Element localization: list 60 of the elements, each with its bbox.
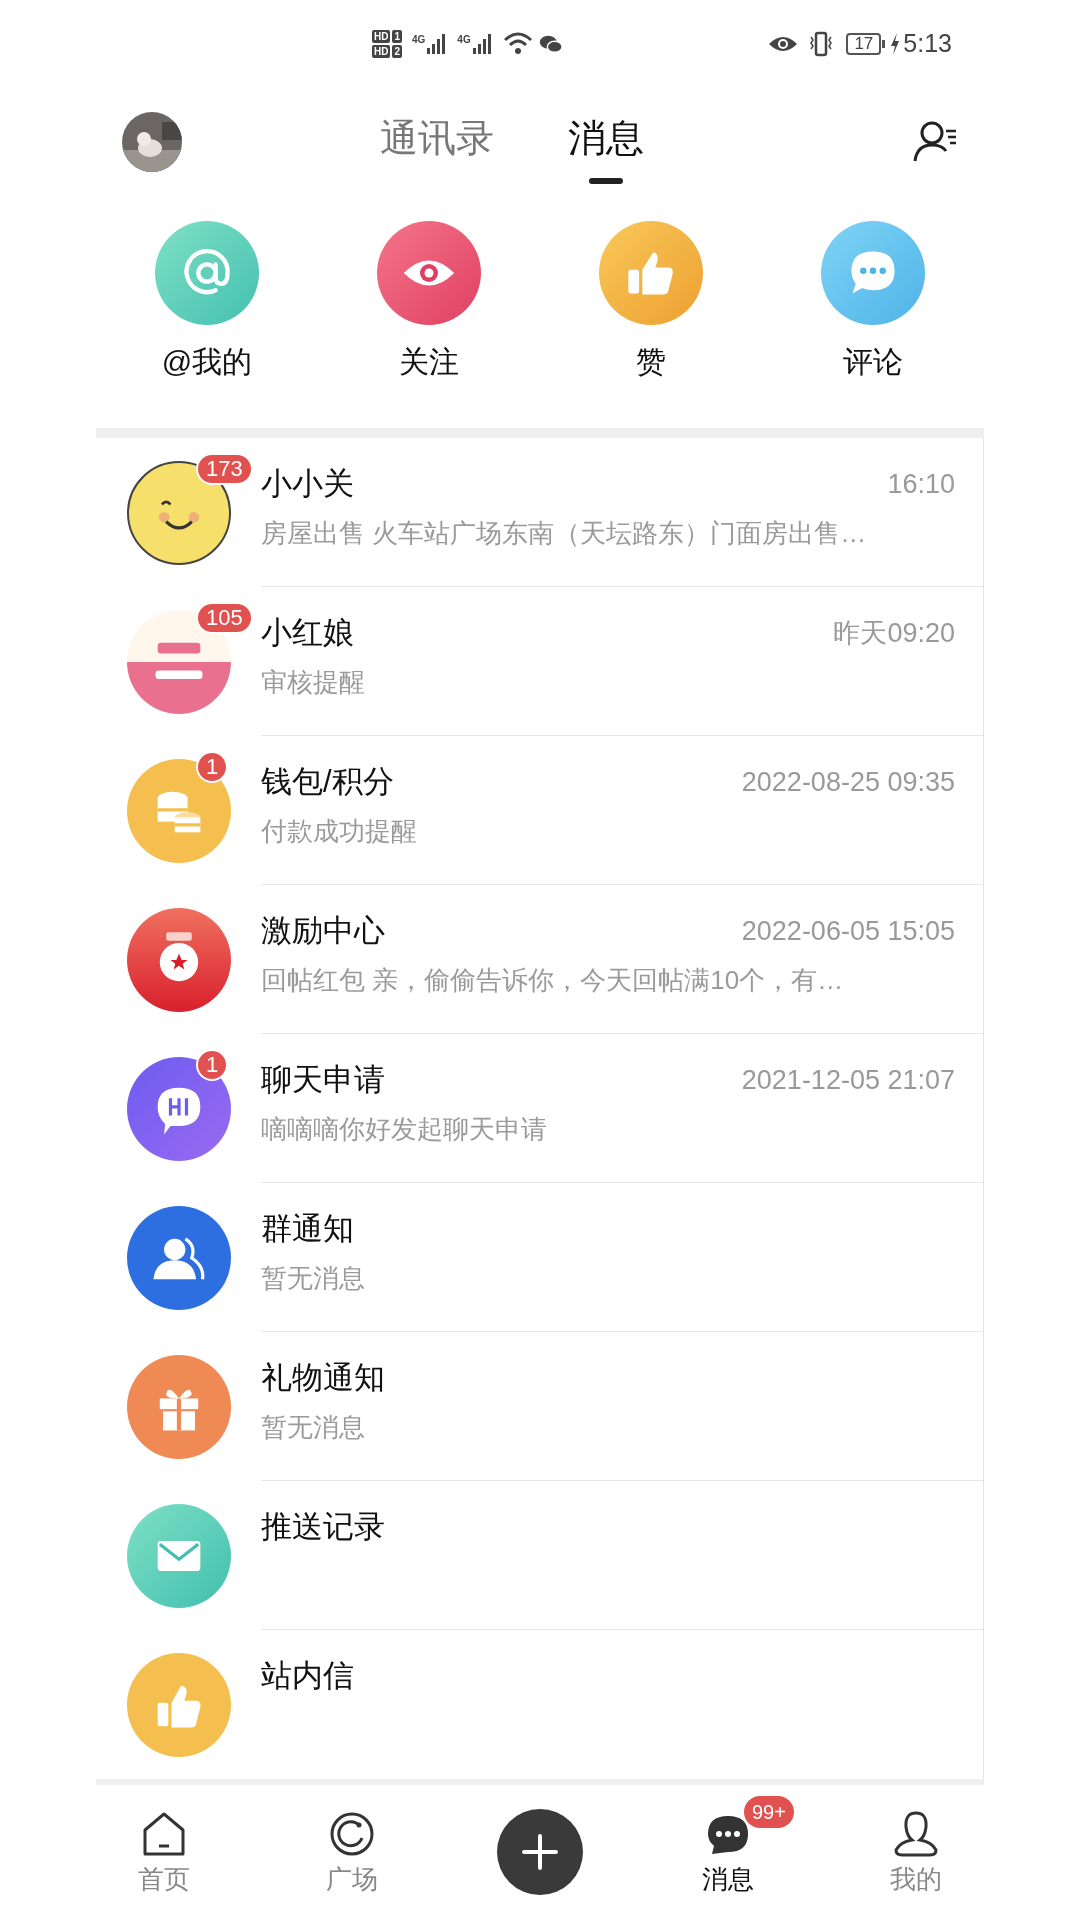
- conversation-row[interactable]: 礼物通知 暂无消息: [96, 1332, 983, 1482]
- conversation-name: 推送记录: [261, 1508, 385, 1547]
- tab[interactable]: 消息: [568, 88, 644, 199]
- network-type: 4G: [457, 33, 471, 48]
- conversation-name: 激励中心: [261, 912, 385, 951]
- unread-badge: 105: [196, 601, 253, 634]
- nav-tab[interactable]: 我的: [890, 1810, 942, 1895]
- nav-tab[interactable]: 首页: [138, 1810, 190, 1895]
- message-time: 昨天09:20: [833, 617, 955, 651]
- conversation-name: 聊天申请: [261, 1061, 385, 1100]
- shortcut-label: 赞: [636, 346, 666, 377]
- vibrate-icon: [808, 31, 835, 58]
- clock-time: 5:13: [903, 28, 952, 60]
- conversation-row[interactable]: 推送记录: [96, 1481, 983, 1631]
- message-preview: 付款成功提醒: [261, 815, 418, 849]
- network-type: 4G: [412, 33, 426, 48]
- conversation-row[interactable]: 1 聊天申请 2021-12-05 21:07 嘀嘀嘀你好发起聊天申请: [96, 1034, 983, 1184]
- unread-badge: 1: [196, 1048, 229, 1081]
- conversation-row[interactable]: 站内信: [96, 1630, 983, 1780]
- battery-level: 17: [846, 33, 882, 56]
- conversation-name: 钱包/积分: [261, 763, 394, 802]
- conversation-name: 礼物通知: [261, 1359, 385, 1398]
- conversation-row[interactable]: 激励中心 2022-06-05 15:05 回帖红包 亲，偷偷告诉你，今天回帖满10个，有…: [96, 885, 983, 1035]
- sim-label: HD: [372, 45, 391, 59]
- nav-label: 我的: [890, 1864, 942, 1895]
- shortcut-label: @我的: [161, 346, 253, 377]
- nav-tab[interactable]: 广场: [326, 1810, 378, 1895]
- message-preview: 嘀嘀嘀你好发起聊天申请: [261, 1113, 548, 1147]
- conversation-name: 小小关: [261, 465, 354, 504]
- conversation-row[interactable]: 群通知 暂无消息: [96, 1183, 983, 1333]
- message-preview: 暂无消息: [261, 1262, 366, 1296]
- unread-badge: 99+: [744, 1796, 794, 1829]
- nav-label: 广场: [326, 1864, 378, 1895]
- conversation-row[interactable]: 105 小红娘 昨天09:20 审核提醒: [96, 587, 983, 737]
- message-time: 2021-12-05 21:07: [741, 1064, 955, 1098]
- conversation-name: 站内信: [261, 1657, 354, 1696]
- shortcut-label: 关注: [399, 346, 459, 377]
- person-icon: [892, 1810, 940, 1859]
- conversation-name: 群通知: [261, 1210, 354, 1249]
- message-preview: 房屋出售 火车站广场东南（天坛路东）门面房出售…: [261, 517, 868, 551]
- nav-label: 消息: [702, 1864, 754, 1895]
- unread-badge: 173: [196, 452, 253, 485]
- message-preview: 审核提醒: [261, 666, 366, 700]
- unread-badge: 1: [196, 750, 229, 783]
- message-time: 16:10: [887, 468, 955, 502]
- message-time: 2022-08-25 09:35: [741, 766, 955, 800]
- sim-label: HD: [372, 30, 391, 44]
- shortcut-label: 评论: [843, 346, 903, 377]
- message-preview: 回帖红包 亲，偷偷告诉你，今天回帖满10个，有…: [261, 964, 845, 998]
- plus-icon: [520, 1832, 560, 1873]
- message-preview: 暂无消息: [261, 1411, 366, 1445]
- message-time: 2022-06-05 15:05: [741, 915, 955, 949]
- conversation-row[interactable]: 1 钱包/积分 2022-08-25 09:35 付款成功提醒: [96, 736, 983, 886]
- conversation-name: 小红娘: [261, 614, 354, 653]
- sim-slot: 2: [392, 45, 402, 59]
- charging-icon: [889, 32, 902, 57]
- conversation-row[interactable]: 173 小小关 16:10 房屋出售 火车站广场东南（天坛路东）门面房出售…: [96, 438, 983, 588]
- sim-slot: 1: [392, 30, 402, 44]
- tab[interactable]: 通讯录: [380, 88, 494, 199]
- nav-label: 首页: [138, 1864, 190, 1895]
